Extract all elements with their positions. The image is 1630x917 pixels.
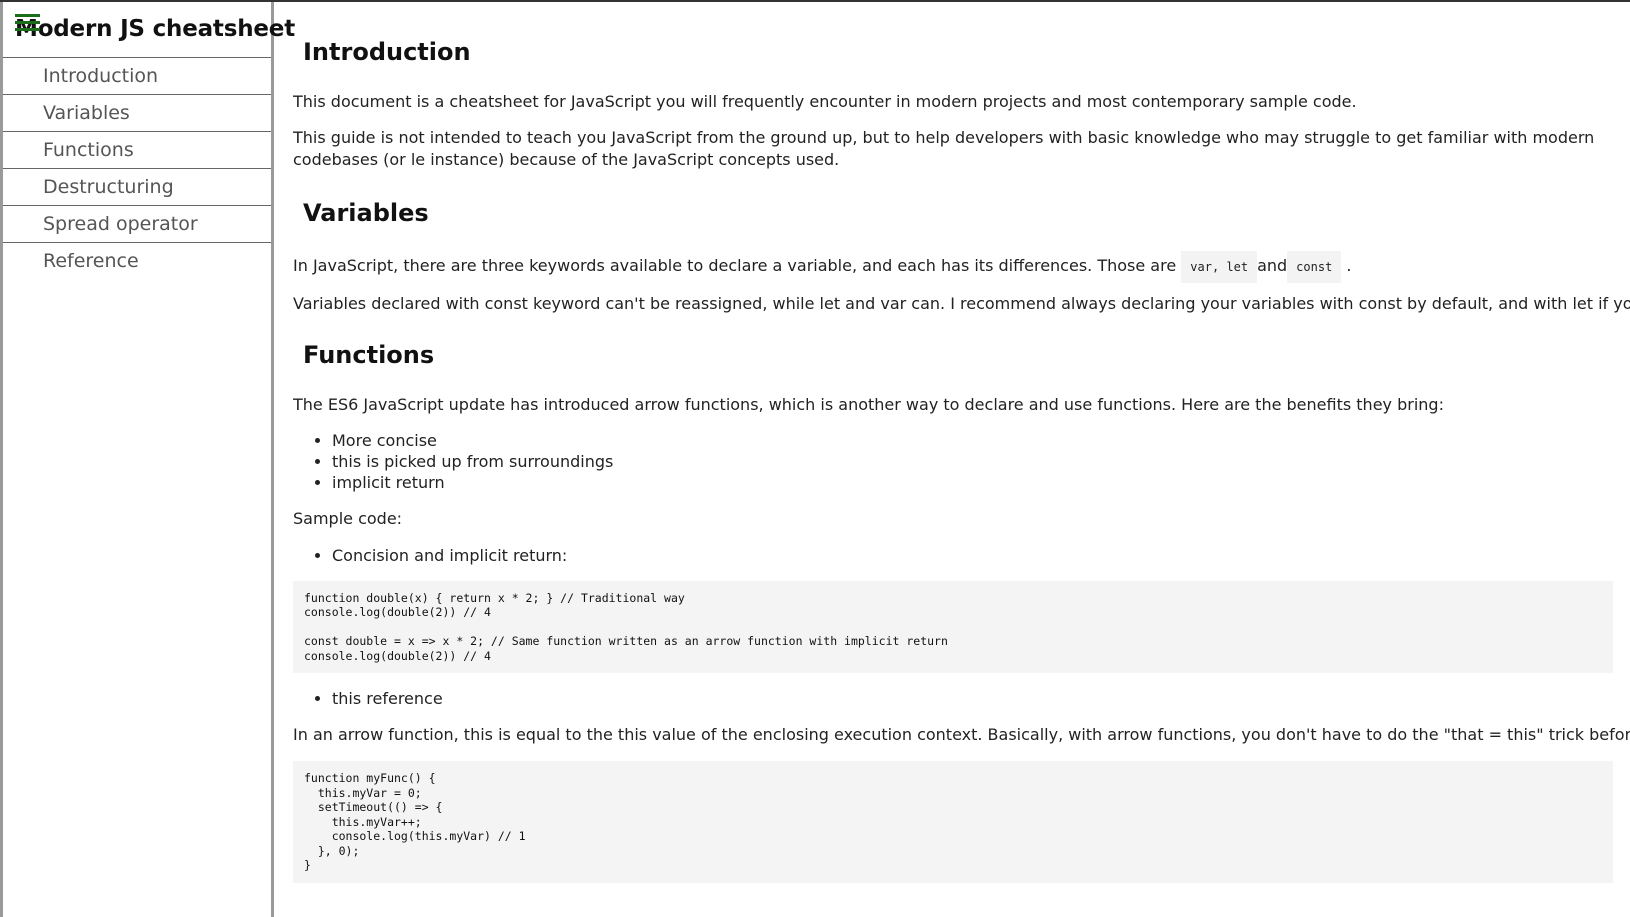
variables-text-before: In JavaScript, there are three keywords … xyxy=(293,256,1177,275)
variables-paragraph-1: In JavaScript, there are three keywords … xyxy=(293,250,1630,283)
code-block-arrow-function: function double(x) { return x * 2; } // … xyxy=(293,580,1613,673)
section-heading-variables: Variables xyxy=(303,199,429,227)
section-functions: Functions The ES6 JavaScript update has … xyxy=(293,341,1630,883)
main-content: Introduction This document is a cheatshe… xyxy=(293,2,1630,917)
sidebar-item-functions[interactable]: Functions xyxy=(3,132,271,169)
sidebar-item-destructuring[interactable]: Destructuring xyxy=(3,169,271,206)
inline-code-const: const xyxy=(1287,250,1342,283)
inline-code-var-let: var, let xyxy=(1181,250,1258,283)
intro-paragraph-2: This guide is not intended to teach you … xyxy=(293,128,1595,169)
variables-text-and: and xyxy=(1257,256,1288,275)
sidebar-item-introduction[interactable]: Introduction xyxy=(3,58,271,95)
list-item: this is picked up from surroundings xyxy=(332,451,1630,472)
this-reference-paragraph: In an arrow function, this is equal to t… xyxy=(293,725,1630,744)
intro-paragraph-1: This document is a cheatsheet for JavaSc… xyxy=(293,92,1357,111)
concision-list: Concision and implicit return: xyxy=(293,545,1630,566)
this-reference-list: this reference xyxy=(293,688,1630,709)
benefits-list: More concise this is picked up from surr… xyxy=(293,430,1630,493)
list-item: More concise xyxy=(332,430,1630,451)
sidebar-item-spread-operator[interactable]: Spread operator xyxy=(3,206,271,243)
section-variables: Variables In JavaScript, there are three… xyxy=(293,199,1630,315)
code-block-this-reference: function myFunc() { this.myVar = 0; setT… xyxy=(293,761,1613,883)
section-heading-introduction: Introduction xyxy=(303,38,471,66)
list-item: Concision and implicit return: xyxy=(332,545,1630,566)
list-item: implicit return xyxy=(332,472,1630,493)
sidebar-item-variables[interactable]: Variables xyxy=(3,95,271,132)
sidebar: Modern JS cheatsheet Introduction Variab… xyxy=(0,2,295,917)
sidebar-header: Modern JS cheatsheet xyxy=(3,2,295,58)
section-introduction: Introduction This document is a cheatshe… xyxy=(293,38,1630,171)
sidebar-item-reference[interactable]: Reference xyxy=(3,243,271,280)
variables-paragraph-2: Variables declared with const keyword ca… xyxy=(293,293,1630,313)
section-heading-functions: Functions xyxy=(303,340,435,369)
app-title: Modern JS cheatsheet xyxy=(15,16,295,42)
browser-viewport: Modern JS cheatsheet Introduction Variab… xyxy=(0,0,1630,917)
sidebar-nav: Introduction Variables Functions Destruc… xyxy=(3,58,271,280)
functions-paragraph-1: The ES6 JavaScript update has introduced… xyxy=(293,394,1444,414)
sample-code-label: Sample code: xyxy=(293,508,403,528)
hamburger-menu-icon[interactable] xyxy=(15,14,40,36)
variables-text-after: . xyxy=(1346,256,1352,275)
list-item: this reference xyxy=(332,688,1630,709)
